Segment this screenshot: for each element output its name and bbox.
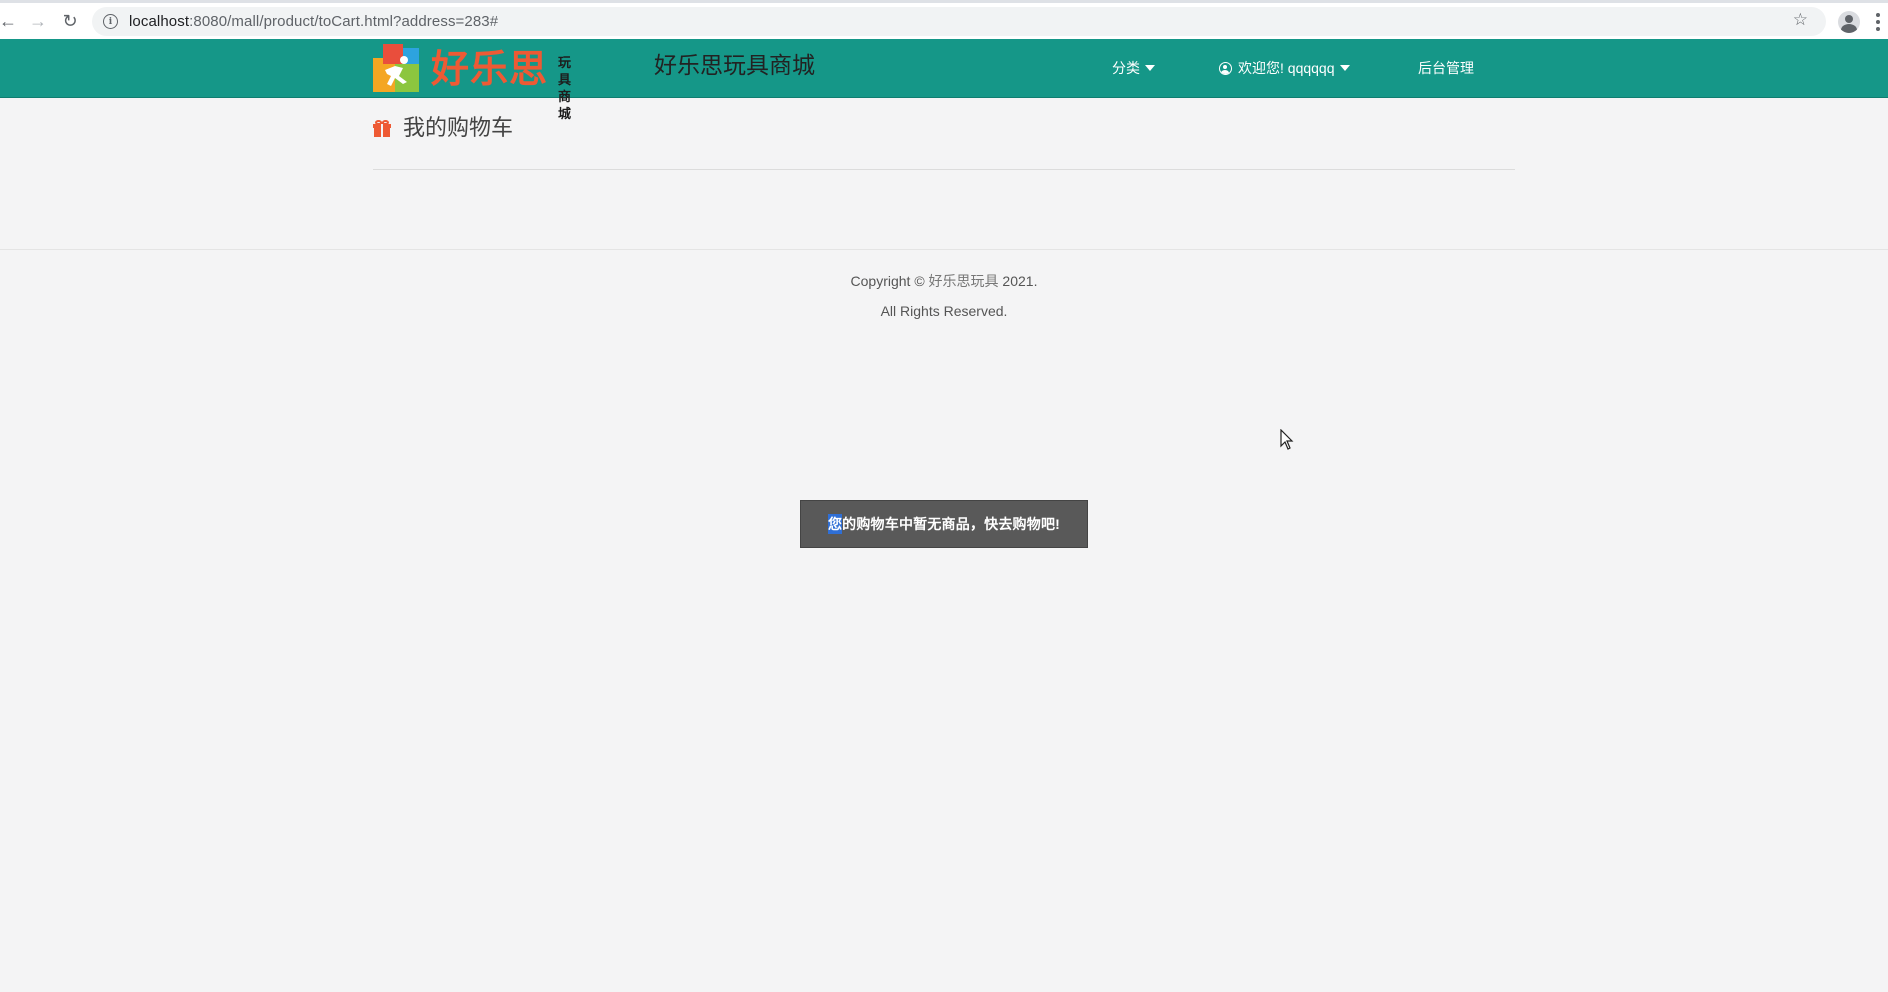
nav-welcome-label: 欢迎您! qqqqqq — [1238, 60, 1335, 76]
copyright-suffix: 2021. — [998, 273, 1038, 289]
copyright-line: Copyright © 好乐思玩具 2021. — [0, 266, 1888, 296]
toast-message: 的购物车中暂无商品，快去购物吧! — [842, 516, 1061, 532]
mouse-cursor-icon — [1280, 429, 1294, 450]
nav-user-dropdown[interactable]: 欢迎您! qqqqqq — [1219, 58, 1350, 78]
caret-down-icon — [1339, 65, 1350, 71]
logo-sub-line1: 玩 具 — [558, 55, 576, 87]
user-circle-icon — [1219, 61, 1232, 75]
toast-selected-char: 您 — [827, 514, 843, 534]
empty-cart-toast: 您的购物车中暂无商品，快去购物吧! — [800, 500, 1088, 548]
copyright-prefix: Copyright © — [850, 273, 929, 289]
back-arrow-icon[interactable]: ← — [0, 9, 20, 33]
footer-divider — [0, 249, 1888, 250]
divider — [373, 169, 1515, 170]
url-host: localhost — [129, 13, 190, 30]
nav-admin-label: 后台管理 — [1418, 60, 1474, 76]
site-title[interactable]: 好乐思玩具商城 — [654, 49, 815, 81]
browser-menu-icon[interactable] — [1876, 13, 1880, 31]
forward-arrow-icon[interactable]: → — [26, 9, 50, 33]
page-title-text: 我的购物车 — [403, 115, 514, 140]
url-text[interactable]: localhost:8080/mall/product/toCart.html?… — [129, 13, 498, 30]
url-path: :8080/mall/product/toCart.html?address=2… — [189, 13, 499, 30]
caret-down-icon — [1145, 65, 1155, 71]
browser-toolbar: ← → ↻ i localhost:8080/mall/product/toCa… — [0, 0, 1888, 39]
gift-icon — [373, 119, 391, 137]
profile-avatar-icon[interactable] — [1838, 11, 1860, 33]
address-bar[interactable]: i localhost:8080/mall/product/toCart.htm… — [92, 7, 1826, 36]
site-logo[interactable]: 好乐思 玩 具 商 城 — [373, 44, 597, 121]
nav-category-dropdown[interactable]: 分类 — [1112, 58, 1155, 78]
site-info-icon[interactable]: i — [103, 14, 118, 29]
nav-admin-link[interactable]: 后台管理 — [1418, 58, 1474, 78]
logo-brand-text: 好乐思 — [431, 47, 549, 91]
logo-sub-text: 玩 具 商 城 — [558, 54, 592, 122]
reload-icon[interactable]: ↻ — [58, 9, 82, 33]
rights-line: All Rights Reserved. — [880, 303, 1008, 319]
logo-mark-icon — [373, 44, 419, 92]
nav-category-label: 分类 — [1112, 60, 1140, 76]
footer: Copyright © 好乐思玩具 2021. All Rights Reser… — [0, 266, 1888, 326]
logo-sub-line2: 商 城 — [558, 89, 576, 121]
page-title: 我的购物车 — [373, 114, 513, 142]
site-header: 好乐思 玩 具 商 城 好乐思玩具商城 分类 欢迎您! qqqqqq 后台管理 — [0, 39, 1888, 121]
footer-brand-link[interactable]: 好乐思玩具 — [929, 273, 999, 289]
bookmark-star-icon[interactable]: ☆ — [1793, 10, 1808, 30]
